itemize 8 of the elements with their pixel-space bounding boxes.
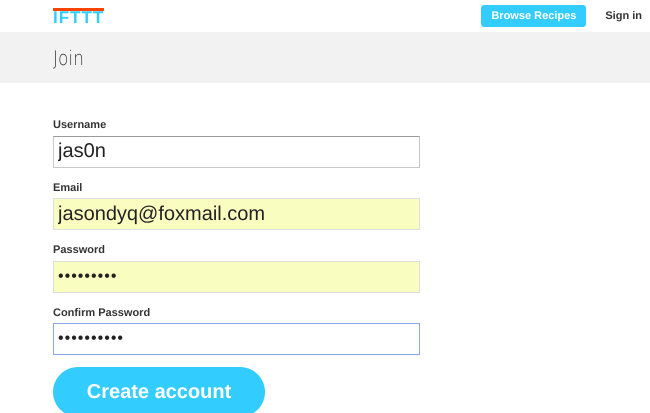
field-label: Password (53, 243, 106, 258)
sign-in-link[interactable]: Sign in (605, 8, 642, 24)
input-field[interactable]: ••••••••• (53, 260, 420, 292)
input-field[interactable]: •••••••••• (53, 323, 420, 355)
field-label: Confirm Password (53, 306, 152, 320)
field-label: Username (53, 118, 108, 133)
page-title: Join (53, 44, 84, 72)
field-label: Email (53, 180, 84, 196)
